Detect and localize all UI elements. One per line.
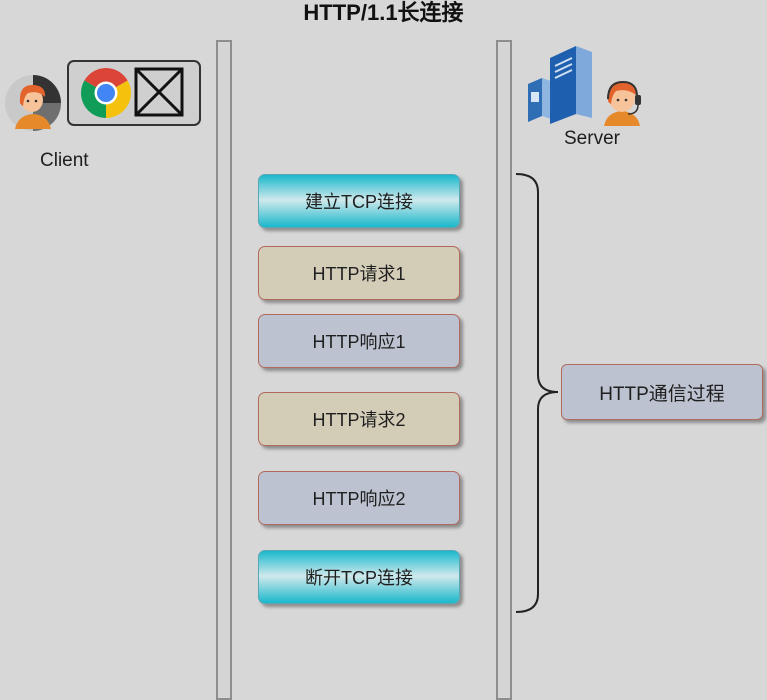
client-lifeline — [216, 40, 232, 700]
chrome-browser-icon — [81, 68, 131, 118]
step-http-response-1: HTTP响应1 — [258, 314, 460, 368]
server-icon — [528, 46, 592, 124]
client-label: Client — [40, 150, 89, 171]
step-close-tcp: 断开TCP连接 — [258, 550, 460, 604]
client-avatar-icon — [5, 75, 61, 131]
server-label: Server — [564, 128, 620, 149]
step-establish-tcp: 建立TCP连接 — [258, 174, 460, 228]
step-http-request-2: HTTP请求2 — [258, 392, 460, 446]
support-agent-icon — [604, 80, 641, 126]
step-http-request-1: HTTP请求1 — [258, 246, 460, 300]
diagram-title: HTTP/1.1长连接 — [303, 0, 464, 25]
closed-window-icon — [134, 67, 184, 117]
communication-brace — [515, 173, 559, 613]
server-lifeline — [496, 40, 512, 700]
http-communication-label: HTTP通信过程 — [561, 364, 763, 420]
step-http-response-2: HTTP响应2 — [258, 471, 460, 525]
